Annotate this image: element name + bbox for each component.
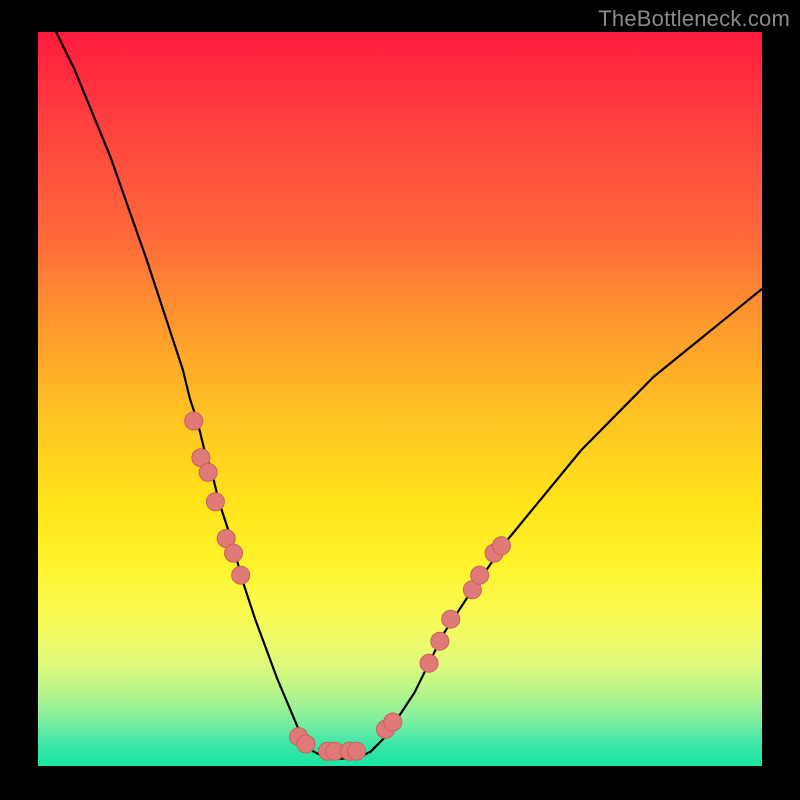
- highlight-dot: [348, 742, 366, 760]
- highlight-dot: [431, 632, 449, 650]
- highlight-dot: [297, 735, 315, 753]
- highlight-dot: [232, 566, 250, 584]
- highlight-dot: [442, 610, 460, 628]
- highlight-dot: [199, 463, 217, 481]
- highlight-dot: [225, 544, 243, 562]
- plot-area: [38, 32, 762, 766]
- highlight-dot: [384, 713, 402, 731]
- highlight-dot: [206, 493, 224, 511]
- highlight-dot: [185, 412, 203, 430]
- highlight-dot: [471, 566, 489, 584]
- bottleneck-curve-svg: [38, 32, 762, 766]
- highlight-dot: [420, 654, 438, 672]
- chart-frame: TheBottleneck.com: [0, 0, 800, 800]
- highlight-dot: [492, 537, 510, 555]
- bottleneck-curve: [38, 0, 762, 759]
- highlight-dots: [185, 412, 511, 760]
- watermark-label: TheBottleneck.com: [598, 6, 790, 32]
